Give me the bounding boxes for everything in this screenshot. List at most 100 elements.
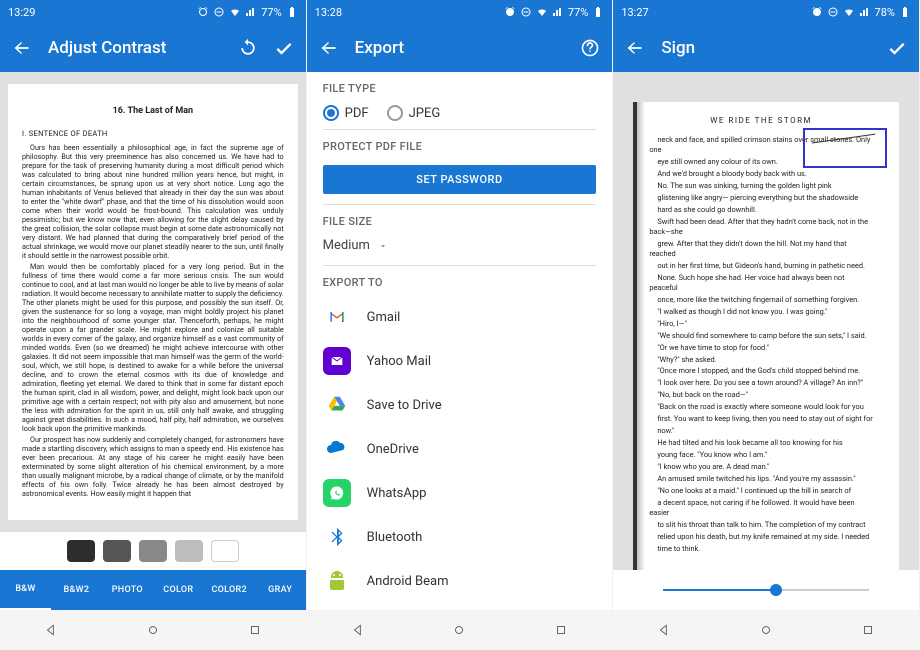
book-line: "Once more I stopped, and the God's chil… bbox=[649, 366, 873, 376]
book-line: He had tilted and his look became all to… bbox=[649, 438, 873, 448]
export-target-label: WhatsApp bbox=[367, 486, 427, 501]
sign-preview[interactable]: WE RIDE THE STORM neck and face, and spi… bbox=[613, 72, 919, 570]
filter-tab-b&w2[interactable]: B&W2 bbox=[51, 570, 102, 610]
radio-jpeg[interactable]: JPEG bbox=[387, 105, 441, 121]
book-page: WE RIDE THE STORM neck and face, and spi… bbox=[633, 102, 899, 570]
swatch-2[interactable] bbox=[139, 540, 167, 562]
file-type-radios: PDF JPEG bbox=[307, 101, 613, 129]
panel-export: 13:28 77% Export FILE TYPE PDF JPEG PROT… bbox=[307, 0, 614, 650]
nav-back-icon[interactable] bbox=[351, 623, 365, 637]
alarm-icon bbox=[197, 6, 209, 18]
nav-recent-icon[interactable] bbox=[554, 623, 568, 637]
size-slider[interactable] bbox=[613, 570, 919, 610]
document-preview[interactable]: 16. The Last of Man I. SENTENCE OF DEATH… bbox=[0, 72, 306, 532]
book-line: An amused smile twitched his lips. "And … bbox=[649, 474, 873, 484]
export-target-bluetooth[interactable]: Bluetooth bbox=[307, 515, 613, 559]
export-target-label: Gmail bbox=[367, 310, 401, 325]
file-size-select[interactable]: Medium bbox=[307, 234, 613, 265]
book-line: hard as she could go downhill. bbox=[649, 205, 873, 215]
battery-text: 77% bbox=[568, 6, 588, 19]
radio-pdf[interactable]: PDF bbox=[323, 105, 369, 121]
android-nav-bar bbox=[613, 610, 919, 650]
gmail-icon bbox=[323, 303, 351, 331]
android-beam-icon bbox=[323, 567, 351, 595]
book-line: once, more like the twitching fingernail… bbox=[649, 295, 873, 305]
onedrive-icon bbox=[323, 435, 351, 463]
battery-text: 77% bbox=[261, 6, 281, 19]
app-bar-title: Sign bbox=[661, 38, 887, 58]
export-target-yahoo-mail[interactable]: Yahoo Mail bbox=[307, 339, 613, 383]
file-type-label: FILE TYPE bbox=[307, 72, 613, 101]
status-icons: 78% bbox=[811, 6, 911, 19]
nav-home-icon[interactable] bbox=[146, 623, 160, 637]
filter-tab-b&w[interactable]: B&W bbox=[0, 570, 51, 610]
book-line: "No one looks at a maid." I continued up… bbox=[649, 486, 873, 496]
swatch-1[interactable] bbox=[103, 540, 131, 562]
app-bar-title: Export bbox=[355, 38, 581, 58]
export-target-label: Save to Drive bbox=[367, 398, 442, 413]
file-size-value: Medium bbox=[323, 238, 370, 253]
back-icon[interactable] bbox=[12, 38, 32, 58]
export-to-label: EXPORT TO bbox=[307, 266, 613, 295]
export-target-save-to-drive[interactable]: Save to Drive bbox=[307, 383, 613, 427]
status-icons: 77% bbox=[504, 6, 604, 19]
export-target-label: Bluetooth bbox=[367, 530, 423, 545]
filter-tab-gray[interactable]: GRAY bbox=[255, 570, 306, 610]
nav-back-icon[interactable] bbox=[44, 623, 58, 637]
dropdown-icon bbox=[378, 241, 388, 251]
book-line: And we'd brought a bloody body back with… bbox=[649, 169, 873, 179]
wifi-icon bbox=[843, 6, 855, 18]
book-title: WE RIDE THE STORM bbox=[649, 116, 873, 127]
book-line: None. Such hope she had. Her voice had a… bbox=[649, 273, 873, 293]
book-line: "We should find somewhere to camp before… bbox=[649, 331, 873, 341]
export-target-nearby-share[interactable]: Nearby Share bbox=[307, 603, 613, 610]
book-line: No. The sun was sinking, turning the gol… bbox=[649, 181, 873, 191]
export-target-label: Android Beam bbox=[367, 574, 449, 589]
nav-back-icon[interactable] bbox=[657, 623, 671, 637]
whatsapp-icon bbox=[323, 479, 351, 507]
export-target-gmail[interactable]: Gmail bbox=[307, 295, 613, 339]
wifi-icon bbox=[229, 6, 241, 18]
swatch-3[interactable] bbox=[175, 540, 203, 562]
nav-recent-icon[interactable] bbox=[861, 623, 875, 637]
back-icon[interactable] bbox=[319, 38, 339, 58]
check-icon[interactable] bbox=[887, 38, 907, 58]
signal-icon bbox=[245, 6, 257, 18]
document-page: 16. The Last of Man I. SENTENCE OF DEATH… bbox=[8, 84, 298, 520]
filter-tab-color[interactable]: COLOR bbox=[153, 570, 204, 610]
signal-icon bbox=[552, 6, 564, 18]
protect-label: PROTECT PDF FILE bbox=[307, 130, 613, 159]
wifi-icon bbox=[536, 6, 548, 18]
book-line: to slit his throat than talk to him. The… bbox=[649, 520, 873, 530]
export-target-label: OneDrive bbox=[367, 442, 419, 457]
dnd-icon bbox=[213, 6, 225, 18]
filter-tab-photo[interactable]: PHOTO bbox=[102, 570, 153, 610]
export-target-onedrive[interactable]: OneDrive bbox=[307, 427, 613, 471]
nav-home-icon[interactable] bbox=[452, 623, 466, 637]
book-line: young face. "You know who I am." bbox=[649, 450, 873, 460]
slider-thumb[interactable] bbox=[770, 584, 782, 596]
export-target-android-beam[interactable]: Android Beam bbox=[307, 559, 613, 603]
nav-home-icon[interactable] bbox=[759, 623, 773, 637]
panel-adjust-contrast: 13:29 77% Adjust Contrast 16. The Last o… bbox=[0, 0, 307, 650]
swatch-4[interactable] bbox=[211, 540, 239, 562]
back-icon[interactable] bbox=[625, 38, 645, 58]
signature-box[interactable] bbox=[803, 128, 887, 168]
doc-para: Our prospect has now suddenly and comple… bbox=[22, 435, 284, 498]
check-icon[interactable] bbox=[274, 38, 294, 58]
filter-tab-color2[interactable]: COLOR2 bbox=[204, 570, 255, 610]
set-password-button[interactable]: SET PASSWORD bbox=[323, 165, 597, 194]
panel-sign: 13:27 78% Sign WE RIDE THE STORM neck an… bbox=[613, 0, 920, 650]
book-line: "Hiro, I—" bbox=[649, 319, 873, 329]
nav-recent-icon[interactable] bbox=[248, 623, 262, 637]
export-target-whatsapp[interactable]: WhatsApp bbox=[307, 471, 613, 515]
book-line: "Back on the road is exactly where someo… bbox=[649, 402, 873, 412]
status-time: 13:27 bbox=[621, 6, 810, 19]
yahoo-mail-icon bbox=[323, 347, 351, 375]
help-icon[interactable] bbox=[580, 38, 600, 58]
swatch-0[interactable] bbox=[67, 540, 95, 562]
export-target-list[interactable]: Gmail Yahoo Mail Save to Drive OneDrive What… bbox=[307, 295, 613, 610]
rotate-icon[interactable] bbox=[238, 38, 258, 58]
doc-para: Ours has been essentially a philosophica… bbox=[22, 143, 284, 260]
app-bar: Sign bbox=[613, 24, 919, 72]
